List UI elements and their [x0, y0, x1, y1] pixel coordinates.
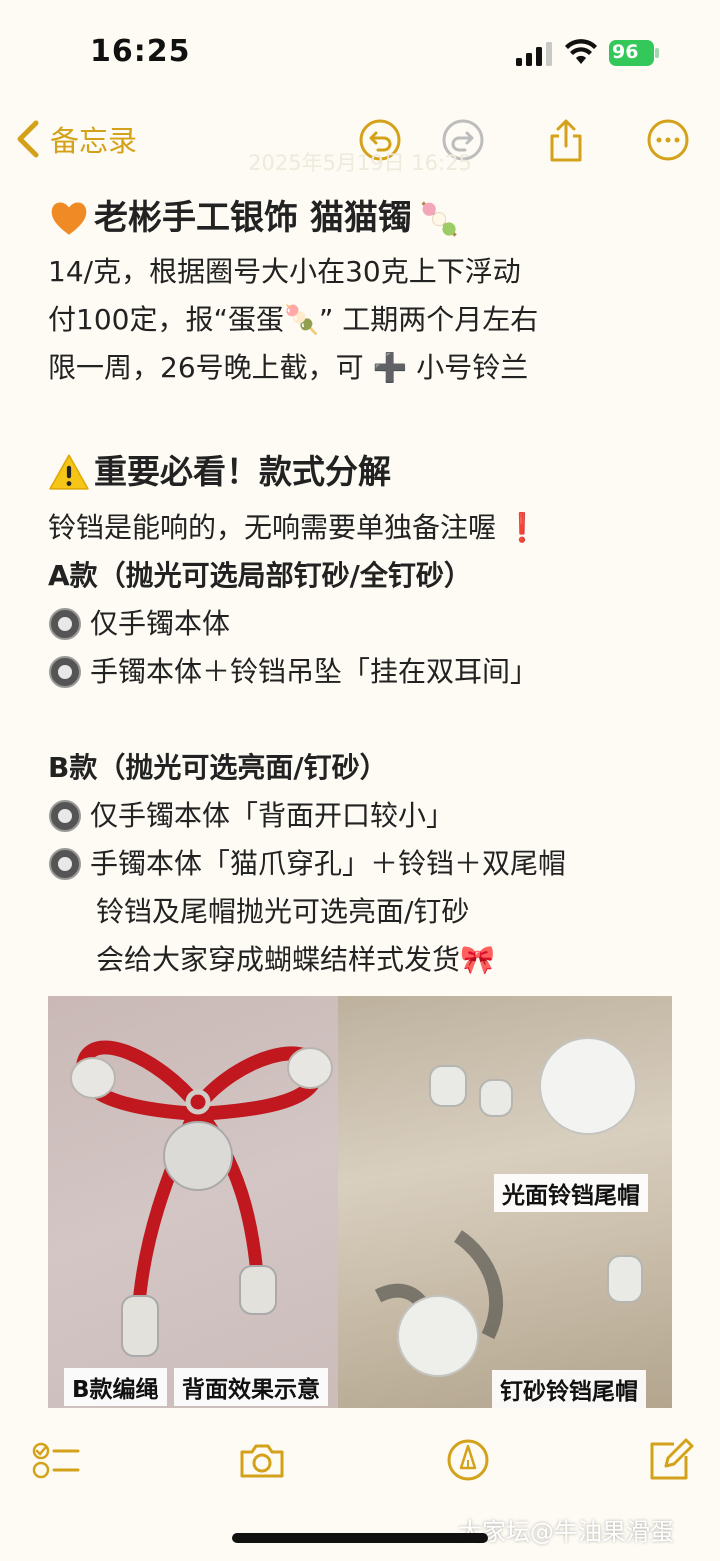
important-heading: 重要必看！款式分解	[94, 452, 391, 491]
bottom-toolbar	[0, 1430, 720, 1490]
style-b-sub-shipping: 会给大家穿成蝴蝶结样式发货🎀	[96, 943, 495, 976]
note-line-price: 14/克，根据圈号大小在30克上下浮动	[48, 255, 521, 288]
style-a-option-2: 手镯本体＋铃铛吊坠「挂在双耳间」	[48, 648, 688, 696]
style-b-sub-finish: 铃铛及尾帽抛光可选亮面/钉砂	[96, 895, 470, 928]
compose-icon[interactable]	[646, 1438, 694, 1482]
photo-bow-bracelet	[48, 996, 348, 1408]
label-braid: B款编绳	[64, 1368, 167, 1406]
label-shiny: 光面铃铛尾帽	[494, 1174, 648, 1212]
red-bow-image	[70, 1040, 333, 1357]
embedded-photo[interactable]: 光面铃铛尾帽 B款编绳 背面效果示意 钉砂铃铛尾帽	[48, 996, 672, 1408]
style-b-option-2: 手镯本体「猫爪穿孔」＋铃铛＋双尾帽	[48, 840, 688, 888]
style-a-option-1-label: 仅手镯本体	[90, 607, 231, 640]
style-a-option-1: 仅手镯本体	[48, 600, 688, 648]
camera-icon[interactable]	[238, 1438, 286, 1482]
note-title: 老彬手工银饰 猫猫镯	[94, 198, 412, 238]
orange-heart-icon	[51, 202, 87, 235]
radio-button-icon	[49, 656, 81, 688]
label-matte: 钉砂铃铛尾帽	[492, 1370, 646, 1408]
style-b-title: B款（抛光可选亮面/钉砂）	[48, 751, 388, 784]
label-back: 背面效果示意	[174, 1368, 328, 1406]
watermark: 大家坛@牛油果滑蛋	[458, 1518, 674, 1546]
style-a-option-2-label: 手镯本体＋铃铛吊坠「挂在双耳间」	[90, 655, 539, 688]
important-heading-row: 重要必看！款式分解	[48, 440, 688, 504]
status-time: 16:25	[90, 34, 191, 69]
note-line-bell: 铃铛是能响的，无响需要单独备注喔 ❗	[48, 511, 540, 544]
note-timestamp: 2025年5月19日 16:25	[248, 151, 472, 175]
style-b-option-1: 仅手镯本体「背面开口较小」	[48, 792, 688, 840]
wifi-icon	[565, 39, 597, 64]
status-bar: 16:25 96	[0, 0, 720, 100]
checklist-icon[interactable]	[32, 1438, 80, 1482]
warning-icon	[49, 454, 89, 490]
radio-button-icon	[49, 848, 81, 880]
note-line-deposit: 付100定，报“蛋蛋🍡” 工期两个月左右	[48, 303, 539, 336]
radio-button-icon	[49, 800, 81, 832]
battery-icon: 96	[609, 40, 659, 66]
home-indicator[interactable]	[232, 1533, 488, 1543]
cellular-signal-icon	[516, 42, 552, 66]
battery-level: 96	[612, 41, 639, 63]
note-line-deadline: 限一周，26号晚上截，可 ➕ 小号铃兰	[48, 351, 529, 384]
style-a-title: A款（抛光可选局部钉砂/全钉砂）	[48, 559, 472, 592]
note-title-row: 老彬手工银饰 猫猫镯	[48, 188, 688, 248]
style-b-option-2-label: 手镯本体「猫爪穿孔」＋铃铛＋双尾帽	[90, 847, 567, 880]
dango-icon	[421, 201, 457, 237]
style-b-option-1-label: 仅手镯本体「背面开口较小」	[90, 799, 455, 832]
radio-button-icon	[49, 608, 81, 640]
note-body[interactable]: 老彬手工银饰 猫猫镯 14/克，根据圈号大小在30克上下浮动 付100定，报“蛋…	[48, 188, 688, 984]
markup-pen-icon[interactable]	[444, 1438, 492, 1482]
